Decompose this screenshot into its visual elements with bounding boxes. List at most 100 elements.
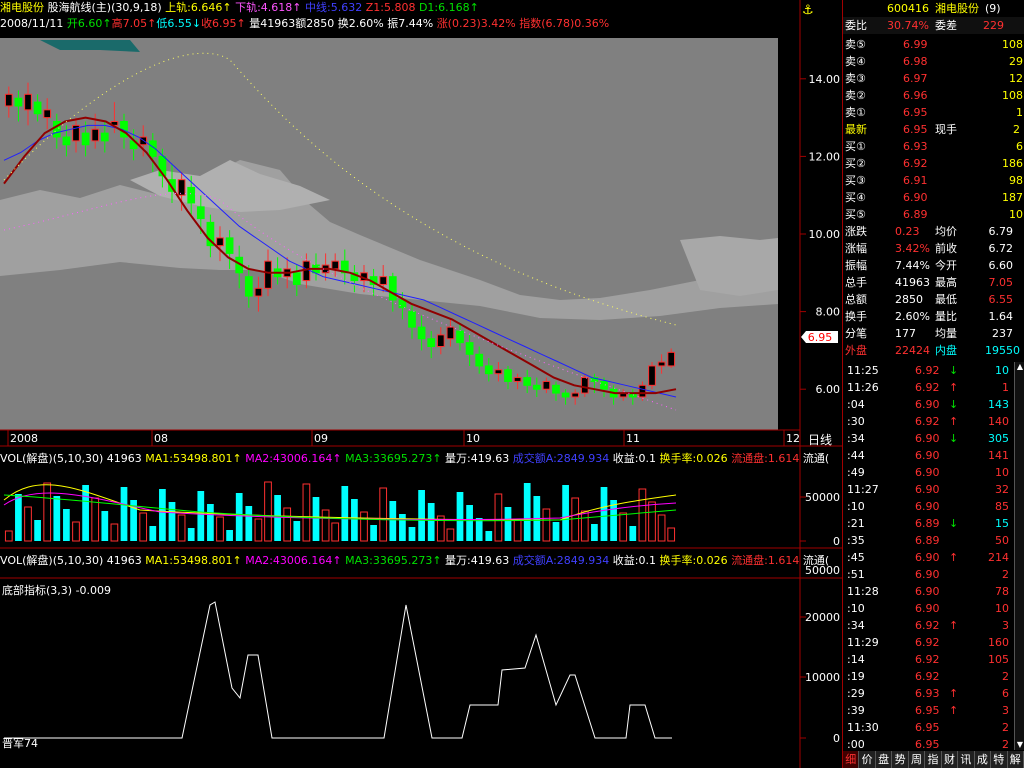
tick-row: :34 6.90 ↓ 305 <box>843 430 1013 447</box>
volume-bar <box>321 509 330 542</box>
quote-title-row: 600416 湘电股份 (9) <box>843 0 1024 17</box>
tick-volume: 3 <box>1002 619 1009 632</box>
volume-bar <box>389 501 397 541</box>
period-label[interactable]: 日线 <box>808 433 832 447</box>
candle-body <box>542 380 551 390</box>
tick-volume: 10 <box>995 466 1009 479</box>
sell-order-row: 卖⑤ 6.99 108 <box>843 36 1024 53</box>
vol-ma1: MA1:53498.801↑ <box>145 554 242 567</box>
order-price: 6.98 <box>903 55 928 68</box>
buy-order-row: 买⑤ 6.89 10 <box>843 206 1024 223</box>
tab-6[interactable]: 财 <box>941 751 959 768</box>
tab-8[interactable]: 成 <box>974 751 992 768</box>
order-price: 6.95 <box>903 106 928 119</box>
tick-volume: 141 <box>988 449 1009 462</box>
tick-row: 11:28 6.90 78 <box>843 583 1013 600</box>
outer-inner-row: 外盘 22424 内盘 19550 <box>843 342 1024 359</box>
stat-value: 177 <box>895 327 916 340</box>
tick-row: 11:29 6.92 160 <box>843 634 1013 651</box>
tick-volume: 305 <box>988 432 1009 445</box>
scroll-up-icon[interactable]: ▲ <box>1015 362 1024 372</box>
tick-arrow: ↑ <box>949 704 959 717</box>
volume-bar <box>168 502 176 541</box>
candle-body <box>417 326 426 340</box>
tab-7[interactable]: 讯 <box>958 751 975 768</box>
stat-row: 换手 2.60% 量比 1.64 <box>843 308 1024 325</box>
tab-4[interactable]: 周 <box>908 751 926 768</box>
tick-arrow: ↓ <box>949 432 959 445</box>
chart-canvas[interactable]: 14.00 12.00 10.00 8.00 6.00 2008 08 09 10 11 12 5… <box>0 0 842 768</box>
tick-row: 11:25 6.92 ↓ 10 <box>843 362 1013 379</box>
tick-arrow: ↓ <box>949 364 959 377</box>
scroll-down-icon[interactable]: ▼ <box>1015 740 1024 750</box>
tab-10[interactable]: 解 <box>1007 751 1024 768</box>
order-price: 6.91 <box>903 174 928 187</box>
tick-time: :10 <box>847 500 865 513</box>
tick-price: 6.90 <box>915 500 940 513</box>
volume-bar <box>254 518 263 542</box>
bottom-header: 底部指标(3,3) -0.009 <box>2 584 111 598</box>
y-tick-label: 14.00 <box>809 73 841 86</box>
tick-row: :51 6.90 2 <box>843 566 1013 583</box>
tick-row: :14 6.92 105 <box>843 651 1013 668</box>
tab-0[interactable]: 细 <box>843 751 860 768</box>
anchor-icon[interactable]: ⚓ <box>802 3 814 18</box>
vol-deal: 成交额A:2849.934 <box>512 554 610 567</box>
volume-bar <box>418 490 425 541</box>
tick-price: 6.92 <box>915 670 940 683</box>
candle-body <box>91 128 100 142</box>
candle-body <box>408 311 416 328</box>
order-price: 6.92 <box>903 157 928 170</box>
stat-value: 6.60 <box>988 259 1014 272</box>
tick-price: 6.90 <box>915 466 940 479</box>
tick-row: :49 6.90 10 <box>843 464 1013 481</box>
order-volume: 29 <box>1009 55 1023 68</box>
tab-9[interactable]: 特 <box>991 751 1008 768</box>
tick-row: :04 6.90 ↓ 143 <box>843 396 1013 413</box>
stat-label: 涨幅 <box>845 242 867 255</box>
order-volume: 186 <box>1002 157 1023 170</box>
bottom-value: -0.009 <box>75 584 112 597</box>
vol-ma2: MA2:43006.164↑ <box>245 554 342 567</box>
vol-float2: 流通( <box>802 452 830 465</box>
vol-header: VOL(解盘)(5,10,30) 41963 MA1:53498.801↑ MA… <box>0 452 829 466</box>
candle-body <box>532 384 541 390</box>
tick-arrow: ↑ <box>949 687 959 700</box>
volume-bar <box>110 523 119 542</box>
quote-panel: 600416 湘电股份 (9) 委比 30.74% 委差 229 卖⑤ 6.99 1… <box>842 0 1024 768</box>
volume-bar <box>638 488 647 542</box>
volume-bar <box>552 522 560 541</box>
volume-bar <box>619 512 628 542</box>
tick-volume: 2 <box>1002 721 1009 734</box>
tick-scrollbar[interactable]: ▲ ▼ <box>1014 362 1024 750</box>
tab-1[interactable]: 价 <box>859 751 876 768</box>
tick-volume: 143 <box>988 398 1009 411</box>
order-price: 6.97 <box>903 72 928 85</box>
volume-bar <box>197 491 205 541</box>
tab-3[interactable]: 势 <box>892 751 909 768</box>
inner-label: 内盘 <box>935 344 957 357</box>
volume-bar <box>427 503 435 541</box>
tick-row: :34 6.92 ↑ 3 <box>843 617 1013 634</box>
tick-price: 6.95 <box>915 704 940 717</box>
tab-5[interactable]: 指 <box>925 751 942 768</box>
stat-label: 总手 <box>845 276 867 289</box>
volume-bar <box>274 495 281 541</box>
vol-deal: 成交额A:2849.934 <box>512 452 610 465</box>
latest-row: 最新 6.95 现手 2 <box>843 121 1024 138</box>
stat-label: 今开 <box>935 259 957 272</box>
stat-label: 最低 <box>935 293 957 306</box>
tick-volume: 140 <box>988 415 1009 428</box>
stat-label: 振幅 <box>845 259 867 272</box>
tick-volume: 214 <box>988 551 1009 564</box>
tick-arrow: ↑ <box>949 381 959 394</box>
tick-time: 11:25 <box>847 364 879 377</box>
x-tick-label: 12 <box>786 432 800 445</box>
tick-time: 11:30 <box>847 721 879 734</box>
bottom-y-tick-label: 10000 <box>805 671 840 684</box>
volume-bar <box>399 514 406 541</box>
tab-2[interactable]: 盘 <box>875 751 893 768</box>
candle-body <box>657 361 666 367</box>
stat-value: 6.79 <box>988 225 1014 238</box>
tick-arrow: ↓ <box>949 517 959 530</box>
